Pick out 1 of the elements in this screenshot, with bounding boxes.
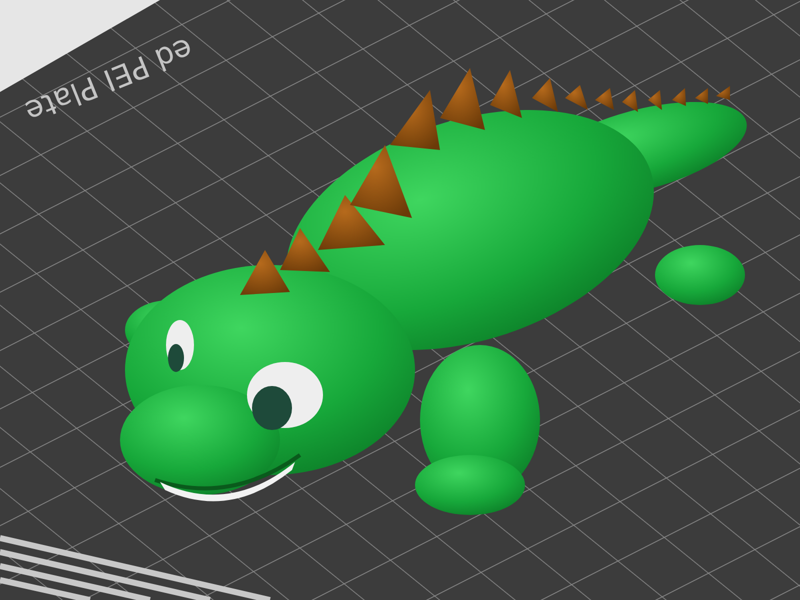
plate-label: ed PEI Plate [20,30,198,129]
